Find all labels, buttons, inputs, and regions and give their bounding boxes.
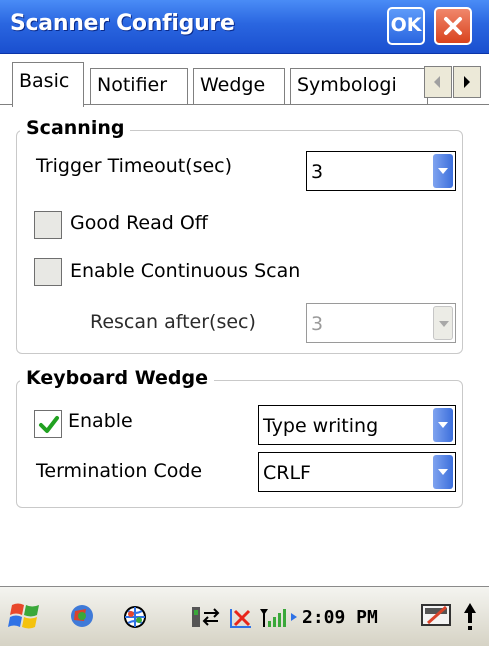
sync-icon <box>71 605 93 627</box>
start-button[interactable] <box>8 599 42 637</box>
tab-basic-label: Basic <box>19 70 70 92</box>
left-arrow-icon <box>434 76 440 88</box>
close-icon <box>444 17 462 35</box>
enable-continuous-scan-label: Enable Continuous Scan <box>70 260 301 282</box>
input-panel-button[interactable] <box>420 601 454 635</box>
scanning-group-title: Scanning <box>20 117 131 139</box>
globe-icon <box>124 606 146 628</box>
termination-code-label: Termination Code <box>36 460 203 482</box>
tab-notifier-label: Notifier <box>97 74 168 96</box>
enable-continuous-scan-checkbox[interactable] <box>34 258 62 286</box>
ok-button[interactable]: OK <box>387 7 425 45</box>
clock[interactable]: 2:09 PM <box>302 607 378 628</box>
chevron-down-icon <box>433 455 453 489</box>
tab-symbologies[interactable]: Symbologi <box>290 68 428 104</box>
signal-status[interactable] <box>258 605 300 633</box>
wedge-mode-value: Type writing <box>263 415 379 437</box>
termination-code-dropdown[interactable]: CRLF <box>258 452 456 492</box>
good-read-off-checkbox[interactable] <box>34 211 62 239</box>
close-button[interactable] <box>434 7 472 45</box>
title-bar: Scanner Configure OK <box>0 0 489 54</box>
termination-code-value: CRLF <box>263 462 311 484</box>
up-arrow-icon <box>464 603 476 630</box>
keyboard-icon <box>421 604 451 626</box>
connectivity-icon <box>192 607 220 627</box>
chevron-down-icon <box>433 154 453 188</box>
chevron-down-icon <box>433 408 453 442</box>
tab-scroll-right-button[interactable] <box>453 66 481 98</box>
rescan-after-value: 3 <box>311 313 324 335</box>
wedge-mode-dropdown[interactable]: Type writing <box>258 405 456 445</box>
tab-wedge-label: Wedge <box>200 74 266 96</box>
tab-basic[interactable]: Basic <box>12 62 84 107</box>
globe-app-icon[interactable] <box>120 603 150 635</box>
sync-app-icon[interactable] <box>66 601 98 635</box>
rescan-after-label: Rescan after(sec) <box>90 311 256 333</box>
trigger-timeout-dropdown[interactable]: 3 <box>306 151 456 191</box>
tab-symbologies-label: Symbologi <box>297 74 397 96</box>
tab-strip: Basic Notifier Wedge Symbologi <box>0 54 489 107</box>
taskbar: 2:09 PM <box>0 586 489 646</box>
windows-flag-icon <box>8 603 39 629</box>
wedge-enable-checkbox[interactable] <box>34 410 62 438</box>
trigger-timeout-value: 3 <box>311 161 324 183</box>
keyboard-wedge-group-title: Keyboard Wedge <box>20 367 214 389</box>
signal-icon <box>260 609 297 627</box>
wedge-enable-label: Enable <box>68 410 133 432</box>
good-read-off-label: Good Read Off <box>70 212 208 234</box>
trigger-timeout-label: Trigger Timeout(sec) <box>36 155 233 177</box>
network-disconnected-status[interactable] <box>228 603 254 635</box>
checkmark-icon <box>39 416 59 433</box>
chevron-down-icon <box>433 306 453 340</box>
window-title: Scanner Configure <box>10 11 235 36</box>
connectivity-status[interactable] <box>190 603 226 635</box>
input-panel-toggle[interactable] <box>460 601 480 637</box>
tab-wedge[interactable]: Wedge <box>193 68 285 104</box>
network-disconnected-icon <box>230 609 251 628</box>
rescan-after-dropdown[interactable]: 3 <box>306 303 456 343</box>
tab-scroll-left-button[interactable] <box>424 66 452 98</box>
tab-notifier[interactable]: Notifier <box>90 68 188 104</box>
right-arrow-icon <box>464 76 470 88</box>
